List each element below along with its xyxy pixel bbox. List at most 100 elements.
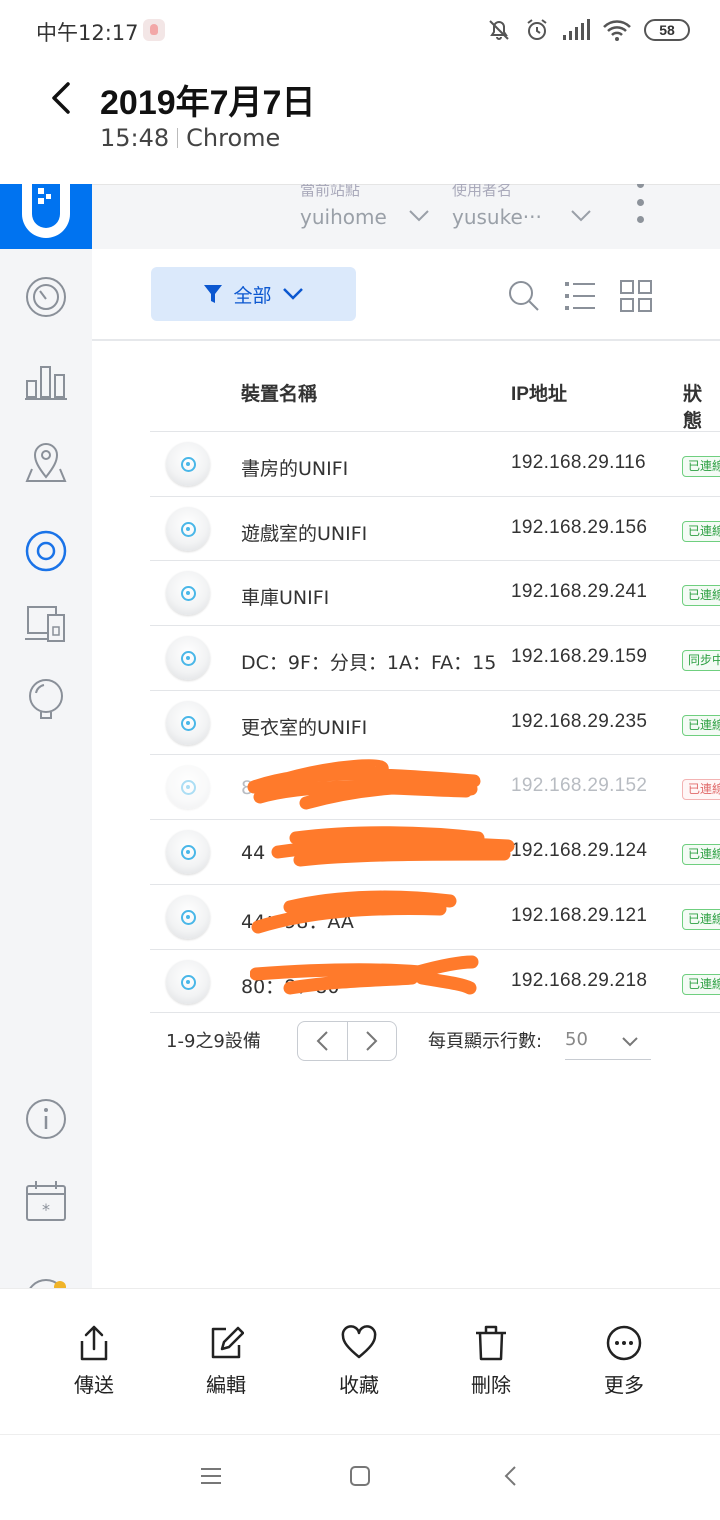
status-badge: 已連線 xyxy=(682,779,720,800)
user-label: 使用者名 xyxy=(452,184,513,199)
site-selector[interactable]: yuihome xyxy=(300,205,387,229)
more-icon xyxy=(606,1325,642,1361)
status-bar: 中午12:17 58 xyxy=(0,0,720,60)
access-point-icon xyxy=(166,636,210,680)
device-name: 書房的UNIFI xyxy=(241,458,349,480)
share-button[interactable]: 傳送 xyxy=(44,1323,144,1398)
redaction-scribble xyxy=(271,826,515,867)
back-arrow-icon[interactable] xyxy=(44,78,80,118)
redaction-scribble xyxy=(251,890,457,934)
statistics-icon[interactable] xyxy=(24,357,68,401)
favorite-button[interactable]: 收藏 xyxy=(309,1323,409,1398)
svg-text:*: * xyxy=(42,1200,50,1219)
table-row[interactable]: 44：98：AA 192.168.29.121 已連線 xyxy=(150,884,720,949)
table-row[interactable]: DC：9F：分貝：1A：FA：15 192.168.29.159 同步中 xyxy=(150,625,720,690)
column-header-status[interactable]: 狀態 xyxy=(683,379,720,433)
search-icon[interactable] xyxy=(508,280,540,312)
device-name: 車庫UNIFI xyxy=(241,587,330,609)
column-header-ip[interactable]: IP地址 xyxy=(511,379,567,406)
heart-icon xyxy=(341,1325,377,1359)
filter-dropdown[interactable]: 全部 xyxy=(151,267,356,321)
column-header-name[interactable]: 裝置名稱 xyxy=(241,379,317,406)
device-ip: 192.168.29.152 xyxy=(511,775,648,796)
user-selector[interactable]: yusuke··· xyxy=(452,205,542,229)
access-point-icon xyxy=(166,960,210,1004)
access-point-icon xyxy=(166,895,210,939)
trash-icon xyxy=(476,1325,506,1361)
mute-icon xyxy=(489,20,509,40)
chevron-left-icon xyxy=(316,1031,328,1051)
pagination-buttons xyxy=(297,1021,397,1061)
table-row[interactable]: 更衣室的UNIFI 192.168.29.235 已連線 xyxy=(150,690,720,755)
menu-icon[interactable] xyxy=(200,1465,222,1487)
delete-label: 刪除 xyxy=(471,1373,511,1397)
access-point-icon xyxy=(166,765,210,809)
panel-divider xyxy=(92,339,720,341)
table-row[interactable]: 80 192.168.29.152 已連線 xyxy=(150,754,720,819)
table-row[interactable]: 書房的UNIFI 192.168.29.116 已連線 xyxy=(150,431,720,496)
access-point-icon xyxy=(166,442,210,486)
chevron-down-icon[interactable] xyxy=(408,209,430,223)
share-icon xyxy=(80,1325,108,1361)
photo-action-bar: 傳送 編輯 收藏 刪除 更多 xyxy=(0,1288,720,1434)
photo-source: Chrome xyxy=(186,124,281,152)
rows-per-page-select[interactable]: 50 xyxy=(565,1024,651,1060)
unifi-logo xyxy=(0,184,92,249)
table-row[interactable]: 44 192.168.29.124 已連線 xyxy=(150,819,720,884)
chevron-down-icon xyxy=(282,288,303,300)
notification-icon xyxy=(143,19,165,41)
devices-icon[interactable] xyxy=(24,529,68,573)
access-point-icon xyxy=(166,830,210,874)
status-badge: 已連線 xyxy=(682,844,720,865)
status-badge: 已連線 xyxy=(682,585,720,606)
table-row[interactable]: 遊戲室的UNIFI 192.168.29.156 已連線 xyxy=(150,496,720,561)
insights-icon[interactable] xyxy=(24,677,68,721)
status-badge: 已連線 xyxy=(682,521,720,542)
status-time: 中午12:17 xyxy=(36,21,139,45)
edit-button[interactable]: 編輯 xyxy=(176,1323,276,1398)
device-ip: 192.168.29.121 xyxy=(511,905,648,926)
delete-button[interactable]: 刪除 xyxy=(441,1323,541,1398)
nav-back-icon[interactable] xyxy=(502,1465,518,1487)
map-icon[interactable] xyxy=(24,439,68,483)
sidebar: * xyxy=(0,249,92,1288)
table-row[interactable]: 車庫UNIFI 192.168.29.241 已連線 xyxy=(150,560,720,625)
more-menu-icon[interactable] xyxy=(637,184,645,230)
device-ip: 192.168.29.116 xyxy=(511,452,646,473)
edit-icon xyxy=(211,1326,244,1359)
rows-per-page-label: 每頁顯示行數: xyxy=(428,1031,543,1052)
next-page-button[interactable] xyxy=(348,1022,397,1060)
clients-icon[interactable] xyxy=(24,601,68,645)
photo-time: 15:48 xyxy=(100,124,170,152)
alerts-icon[interactable] xyxy=(24,1277,68,1288)
access-point-icon xyxy=(166,701,210,745)
device-ip: 192.168.29.218 xyxy=(511,970,648,991)
device-ip: 192.168.29.159 xyxy=(511,646,648,667)
dashboard-icon[interactable] xyxy=(24,275,68,319)
device-ip: 192.168.29.241 xyxy=(511,581,648,602)
chevron-right-icon xyxy=(366,1031,378,1051)
chevron-down-icon[interactable] xyxy=(570,209,592,223)
list-view-icon[interactable] xyxy=(564,281,596,311)
table-row[interactable]: 80：8：80 192.168.29.218 已連線 xyxy=(150,949,720,1014)
device-ip: 192.168.29.235 xyxy=(511,711,648,732)
screenshot-content: 當前站點 yuihome 使用者名 yusuke··· * 全部 裝置名稱 IP… xyxy=(0,184,720,1288)
photo-date-title: 2019年7月7日 xyxy=(100,84,316,122)
home-icon[interactable] xyxy=(349,1465,371,1487)
status-badge: 已連線 xyxy=(682,456,720,477)
info-icon[interactable] xyxy=(24,1097,68,1141)
device-ip: 192.168.29.156 xyxy=(511,517,648,538)
status-badge: 同步中 xyxy=(682,650,720,671)
alarm-icon xyxy=(527,19,547,40)
filter-icon xyxy=(204,285,223,303)
unifi-logo-icon xyxy=(22,184,70,238)
chevron-down-icon xyxy=(622,1037,638,1047)
events-calendar-icon[interactable]: * xyxy=(24,1179,68,1223)
device-ip: 192.168.29.124 xyxy=(511,840,648,861)
controller-topbar: 當前站點 yuihome 使用者名 yusuke··· xyxy=(92,184,720,249)
grid-view-icon[interactable] xyxy=(620,280,652,312)
edit-label: 編輯 xyxy=(206,1373,246,1397)
more-button[interactable]: 更多 xyxy=(574,1323,674,1398)
device-name: 44 xyxy=(241,842,266,864)
previous-page-button[interactable] xyxy=(298,1022,348,1060)
